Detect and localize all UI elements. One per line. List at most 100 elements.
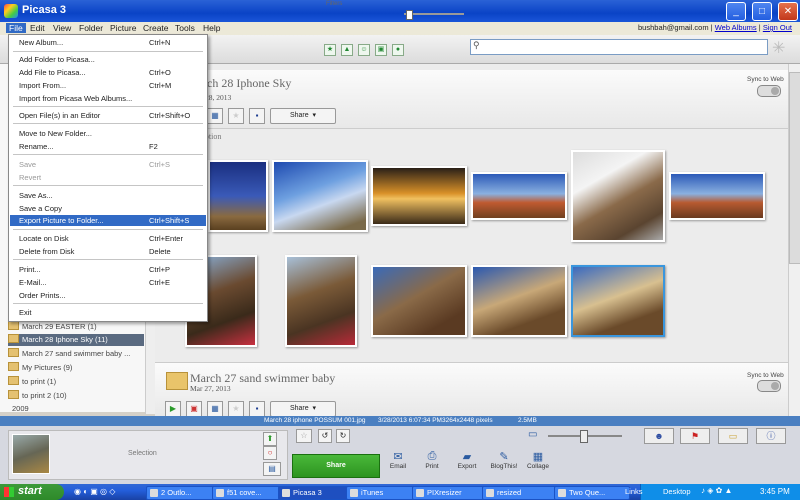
search-input[interactable]: ⚲ [470,39,768,55]
star-icon[interactable]: ★ [228,401,244,417]
library-scrollbar-thumb[interactable] [789,72,800,264]
share-button[interactable]: Share [292,454,380,478]
photo-thumbnail[interactable] [571,150,665,242]
photo-thumbnail[interactable] [371,166,467,226]
title-bar[interactable]: Picasa 3 _ □ ✕ [0,0,800,22]
menu-item-save-as[interactable]: Save As... [10,190,206,201]
menu-item-export-picture[interactable]: Export Picture to Folder... Ctrl+Shift+S [10,215,206,226]
menu-item-email[interactable]: E-Mail... Ctrl+E [10,277,206,288]
menu-item-exit[interactable]: Exit [10,307,206,318]
date-filter-slider-thumb[interactable] [406,10,413,20]
start-button[interactable]: start [0,484,64,500]
menu-item-import-web-albums[interactable]: Import from Picasa Web Albums... [10,93,206,104]
tray-icons[interactable]: ♪ ◈ ✿ ▲ [701,486,732,495]
geotag-filter-icon[interactable]: ● [392,44,404,56]
album-share-button[interactable]: Share ▾ [270,108,336,124]
taskbar-item-resized[interactable]: resized [482,486,564,500]
date-filter-slider[interactable] [404,13,464,15]
web-albums-link[interactable]: Web Albums [715,23,757,32]
menu-item-print[interactable]: Print... Ctrl+P [10,264,206,275]
album-share-button[interactable]: Share ▾ [270,401,336,417]
photo-thumbnail[interactable] [272,160,368,232]
add-to-album-icon[interactable]: ▤ [263,462,281,476]
folder-item-selected[interactable]: March 28 Iphone Sky (11) [8,334,144,346]
folder-item[interactable]: to print (1) [8,376,144,388]
photo-thumbnail[interactable] [471,172,567,220]
upload-filter-icon[interactable]: ▲ [341,44,353,56]
blogthis-button[interactable]: ✎ BlogThis! [486,450,522,470]
menu-item-delete-from-disk[interactable]: Delete from Disk Delete [10,246,206,257]
save-icon[interactable]: ▪ [249,401,265,417]
taskbar-item-outlook[interactable]: 2 Outlo... [146,486,220,500]
links-toolbar[interactable]: Links [625,487,643,496]
menu-folder[interactable]: Folder [76,23,106,33]
menu-help[interactable]: Help [200,23,223,33]
menu-view[interactable]: View [50,23,74,33]
selected-photo-thumbnail[interactable] [571,265,665,337]
maximize-button[interactable]: □ [752,2,772,21]
hold-pin-icon[interactable]: ⬆ [263,432,277,446]
export-button[interactable]: ▰ Export [449,450,485,470]
menu-create[interactable]: Create [140,23,172,33]
minimize-button[interactable]: _ [726,2,746,21]
photo-thumbnail[interactable] [208,160,268,232]
menu-item-add-folder[interactable]: Add Folder to Picasa... [10,54,206,65]
star-filter-icon[interactable]: ★ [324,44,336,56]
folder-item[interactable]: March 29 EASTER (1) [8,321,144,333]
star-icon[interactable]: ★ [228,108,244,124]
selection-thumbnail[interactable] [12,434,50,474]
menu-item-order-prints[interactable]: Order Prints... [10,290,206,301]
menu-item-rename[interactable]: Rename... F2 [10,141,206,152]
properties-panel-icon[interactable]: ⓘ [756,428,786,444]
sign-out-link[interactable]: Sign Out [763,23,792,32]
menu-item-new-album[interactable]: New Album... Ctrl+N [10,37,206,48]
menu-item-save-a-copy[interactable]: Save a Copy [10,203,206,214]
taskbar-item-two-que[interactable]: Two Que... [554,486,630,500]
save-icon[interactable]: ▪ [249,108,265,124]
menu-edit[interactable]: Edit [27,23,48,33]
photo-thumbnail[interactable] [669,172,765,220]
photo-thumbnail[interactable] [371,265,467,337]
clear-tray-icon[interactable]: ○ [263,446,277,460]
play-slideshow-icon[interactable]: ▶ [165,401,181,417]
rotate-right-icon[interactable]: ↻ [336,429,350,443]
year-group-label[interactable]: 2009 [12,404,29,413]
sync-to-web-toggle[interactable] [757,85,781,97]
close-button[interactable]: ✕ [778,2,798,21]
menu-picture[interactable]: Picture [107,23,139,33]
menu-item-add-file[interactable]: Add File to Picasa... Ctrl+O [10,67,206,78]
quick-launch-icons[interactable]: ◉ ◐ ▣ ◎ ◇ [74,487,115,496]
folder-item[interactable]: to print 2 (10) [8,390,144,402]
movie-icon[interactable]: ▣ [186,401,202,417]
menu-item-locate-on-disk[interactable]: Locate on Disk Ctrl+Enter [10,233,206,244]
email-button[interactable]: ✉ Email [380,450,416,470]
menu-item-import-from[interactable]: Import From... Ctrl+M [10,80,206,91]
collage-icon[interactable]: ▦ [207,401,223,417]
places-panel-icon[interactable]: ⚑ [680,428,710,444]
print-button[interactable]: ⎙ Print [414,450,450,470]
taskbar-item-itunes[interactable]: iTunes [346,486,422,500]
collage-button[interactable]: ▦ Collage [520,450,556,470]
people-panel-icon[interactable]: ☻ [644,428,674,444]
thumbnail-size-slider-thumb[interactable] [580,430,588,443]
rotate-left-icon[interactable]: ↺ [318,429,332,443]
menu-item-open-in-editor[interactable]: Open File(s) in an Editor Ctrl+Shift+O [10,110,206,121]
taskbar-item-f51[interactable]: f51 cove... [212,486,288,500]
tags-panel-icon[interactable]: ▭ [718,428,748,444]
photo-thumbnail[interactable] [285,255,357,347]
taskbar-item-picasa[interactable]: Picasa 3 [278,486,356,500]
video-filter-icon[interactable]: ▣ [375,44,387,56]
collage-icon[interactable]: ▦ [207,108,223,124]
menu-file[interactable]: File [6,23,26,33]
menu-item-move-to-new-folder[interactable]: Move to New Folder... [10,128,206,139]
folder-item[interactable]: March 27 sand swimmer baby ... [8,348,144,360]
taskbar-item-pixresizer[interactable]: PIXresizer [412,486,492,500]
photo-thumbnail[interactable] [471,265,567,337]
star-tray-icon[interactable]: ☆ [296,429,312,443]
desktop-toolbar[interactable]: Desktop [663,487,691,496]
folder-item[interactable]: My Pictures (9) [8,362,144,374]
menu-tools[interactable]: Tools [172,23,198,33]
people-filter-icon[interactable]: ☺ [358,44,370,56]
sync-to-web-toggle[interactable] [757,380,781,392]
file-menu-dropdown: New Album... Ctrl+N Add Folder to Picasa.… [8,34,208,322]
